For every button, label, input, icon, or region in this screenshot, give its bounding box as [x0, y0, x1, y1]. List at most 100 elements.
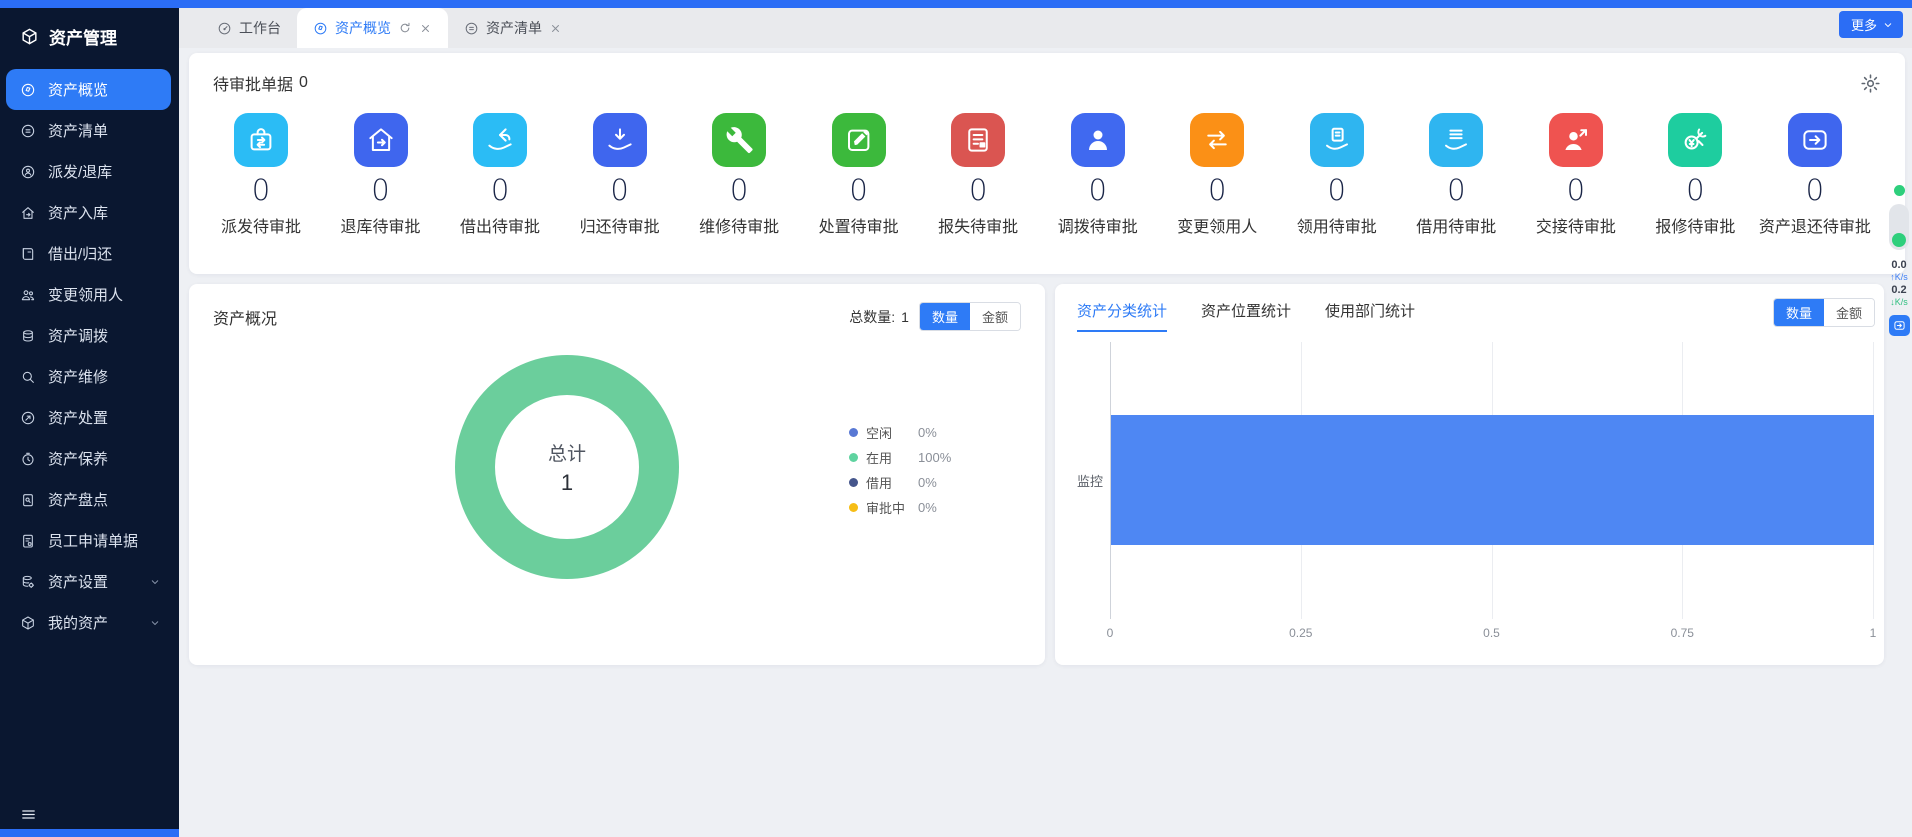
- compass-icon: [20, 82, 36, 98]
- sidebar-item-资产概览[interactable]: 资产概览: [6, 69, 171, 110]
- legend-percent: 0%: [918, 425, 937, 440]
- sidebar-item-资产维修[interactable]: 资产维修: [6, 356, 171, 397]
- approval-维修待审批[interactable]: 0 维修待审批: [683, 113, 795, 237]
- approval-label: 变更领用人: [1177, 213, 1257, 237]
- status-dot: [1894, 185, 1905, 196]
- gear-icon[interactable]: [1860, 73, 1881, 94]
- sidebar-item-label: 资产盘点: [48, 489, 108, 510]
- sidebar-item-label: 资产处置: [48, 407, 108, 428]
- hand-doc-icon: [1310, 113, 1364, 167]
- cube-icon: [20, 27, 39, 46]
- legend-percent: 0%: [918, 475, 937, 490]
- chevron-down-icon: [149, 617, 161, 629]
- approval-退库待审批[interactable]: 0退库待审批: [325, 113, 437, 237]
- person-out-icon: [1549, 113, 1603, 167]
- approval-派发待审批[interactable]: 0派发待审批: [205, 113, 317, 237]
- approval-count: 0: [252, 176, 270, 205]
- network-monitor-widget[interactable]: 0.0 ↑K/s 0.2 ↓K/s: [1886, 185, 1912, 336]
- approval-变更领用人[interactable]: 0变更领用人: [1161, 113, 1273, 237]
- top-accent-bar: [0, 0, 1912, 8]
- sidebar-item-资产设置[interactable]: 资产设置: [6, 561, 171, 602]
- approval-交接待审批[interactable]: 0交接待审批: [1520, 113, 1632, 237]
- y-axis-category-label: 监控: [1055, 471, 1103, 490]
- chevron-down-icon: [1882, 19, 1894, 31]
- legend-item-借用[interactable]: 借用0%: [849, 470, 951, 495]
- sidebar-item-label: 我的资产: [48, 612, 108, 633]
- upload-speed-unit: ↑K/s: [1890, 272, 1908, 284]
- stats-tab-资产分类统计[interactable]: 资产分类统计: [1077, 300, 1167, 332]
- stats-数量-button[interactable]: 数量: [1774, 299, 1824, 326]
- approval-count: 0: [1447, 176, 1465, 205]
- legend-name: 空闲: [866, 423, 918, 442]
- approval-label: 维修待审批: [699, 213, 779, 237]
- sidebar-item-资产调拨[interactable]: 资产调拨: [6, 315, 171, 356]
- clipboard-search-icon: [20, 492, 36, 508]
- overview-金额-button[interactable]: 金额: [970, 303, 1020, 330]
- sidebar-item-资产保养[interactable]: 资产保养: [6, 438, 171, 479]
- x-axis-ticks: 00.250.50.751: [1110, 626, 1873, 642]
- approval-count: 0: [1567, 176, 1585, 205]
- sidebar-item-label: 资产保养: [48, 448, 108, 469]
- legend-item-审批中[interactable]: 审批中0%: [849, 495, 951, 520]
- approval-处置待审批[interactable]: 0处置待审批: [803, 113, 915, 237]
- sidebar-item-资产处置[interactable]: 资产处置: [6, 397, 171, 438]
- slider-thumb: [1892, 233, 1906, 247]
- bar-监控[interactable]: [1111, 415, 1874, 545]
- approval-count: 0: [730, 176, 748, 205]
- approval-count: 0: [969, 176, 987, 205]
- refresh-icon[interactable]: [398, 21, 412, 35]
- sidebar-item-label: 资产概览: [48, 79, 108, 100]
- sidebar-item-资产入库[interactable]: 资产入库: [6, 192, 171, 233]
- overview-数量-button[interactable]: 数量: [920, 303, 970, 330]
- tab-资产概览[interactable]: 资产概览: [297, 8, 448, 48]
- widget-app-icon[interactable]: [1889, 315, 1910, 336]
- sidebar-item-派发/退库[interactable]: 派发/退库: [6, 151, 171, 192]
- sidebar-item-借出/归还[interactable]: 借出/归还: [6, 233, 171, 274]
- sidebar-item-我的资产[interactable]: 我的资产: [6, 602, 171, 643]
- close-icon[interactable]: [549, 22, 562, 35]
- sidebar-collapse-button[interactable]: [20, 806, 37, 823]
- monitor-slider[interactable]: [1889, 204, 1909, 250]
- sidebar-item-员工申请单据[interactable]: 员工申请单据: [6, 520, 171, 561]
- stats-tab-使用部门统计[interactable]: 使用部门统计: [1325, 300, 1415, 332]
- approvals-count: 0: [299, 74, 308, 92]
- approval-归还待审批[interactable]: 0归还待审批: [564, 113, 676, 237]
- pending-approvals-card: 待审批单据 0 0派发待审批0退库待审批0借出待审批0归还待审批0维修待审批0处…: [189, 53, 1905, 274]
- person-icon: [1071, 113, 1125, 167]
- stats-tab-资产位置统计[interactable]: 资产位置统计: [1201, 300, 1291, 332]
- sidebar-item-变更领用人[interactable]: 变更领用人: [6, 274, 171, 315]
- legend-item-空闲[interactable]: 空闲0%: [849, 420, 951, 445]
- approval-领用待审批[interactable]: 0领用待审批: [1281, 113, 1393, 237]
- approval-报修待审批[interactable]: 0报修待审批: [1639, 113, 1751, 237]
- edit-square-icon: [832, 113, 886, 167]
- approval-label: 领用待审批: [1297, 213, 1377, 237]
- bar-chart[interactable]: [1110, 342, 1873, 619]
- close-icon[interactable]: [419, 22, 432, 35]
- approval-借用待审批[interactable]: 0借用待审批: [1400, 113, 1512, 237]
- people-icon: [20, 287, 36, 303]
- stats-金额-button[interactable]: 金额: [1824, 299, 1874, 326]
- tab-资产清单[interactable]: 资产清单: [448, 8, 578, 48]
- hand-list-icon: [1429, 113, 1483, 167]
- donut-center-label: 总计: [548, 439, 586, 466]
- more-button[interactable]: 更多: [1839, 11, 1903, 38]
- house-in-icon: [20, 205, 36, 221]
- approval-count: 0: [1686, 176, 1704, 205]
- donut-chart[interactable]: 总计 1: [455, 355, 679, 579]
- x-tick-label: 0.25: [1289, 626, 1312, 640]
- tab-工作台[interactable]: 工作台: [201, 8, 297, 48]
- sidebar-item-label: 员工申请单据: [48, 530, 138, 551]
- sidebar-item-资产清单[interactable]: 资产清单: [6, 110, 171, 151]
- approval-资产退还待审批[interactable]: 0资产退还待审批: [1759, 113, 1871, 237]
- approval-报失待审批[interactable]: 0报失待审批: [922, 113, 1034, 237]
- tab-bar: 工作台资产概览资产清单 更多: [179, 8, 1912, 48]
- sidebar-item-资产盘点[interactable]: 资产盘点: [6, 479, 171, 520]
- wrench-coin-icon: [1668, 113, 1722, 167]
- legend-item-在用[interactable]: 在用100%: [849, 445, 951, 470]
- approval-借出待审批[interactable]: 0借出待审批: [444, 113, 556, 237]
- sidebar-item-label: 派发/退库: [48, 161, 112, 182]
- exit-arrow-icon: [1893, 319, 1906, 332]
- approval-label: 处置待审批: [819, 213, 899, 237]
- approval-调拨待审批[interactable]: 0调拨待审批: [1042, 113, 1154, 237]
- overview-title: 资产概况: [213, 305, 277, 329]
